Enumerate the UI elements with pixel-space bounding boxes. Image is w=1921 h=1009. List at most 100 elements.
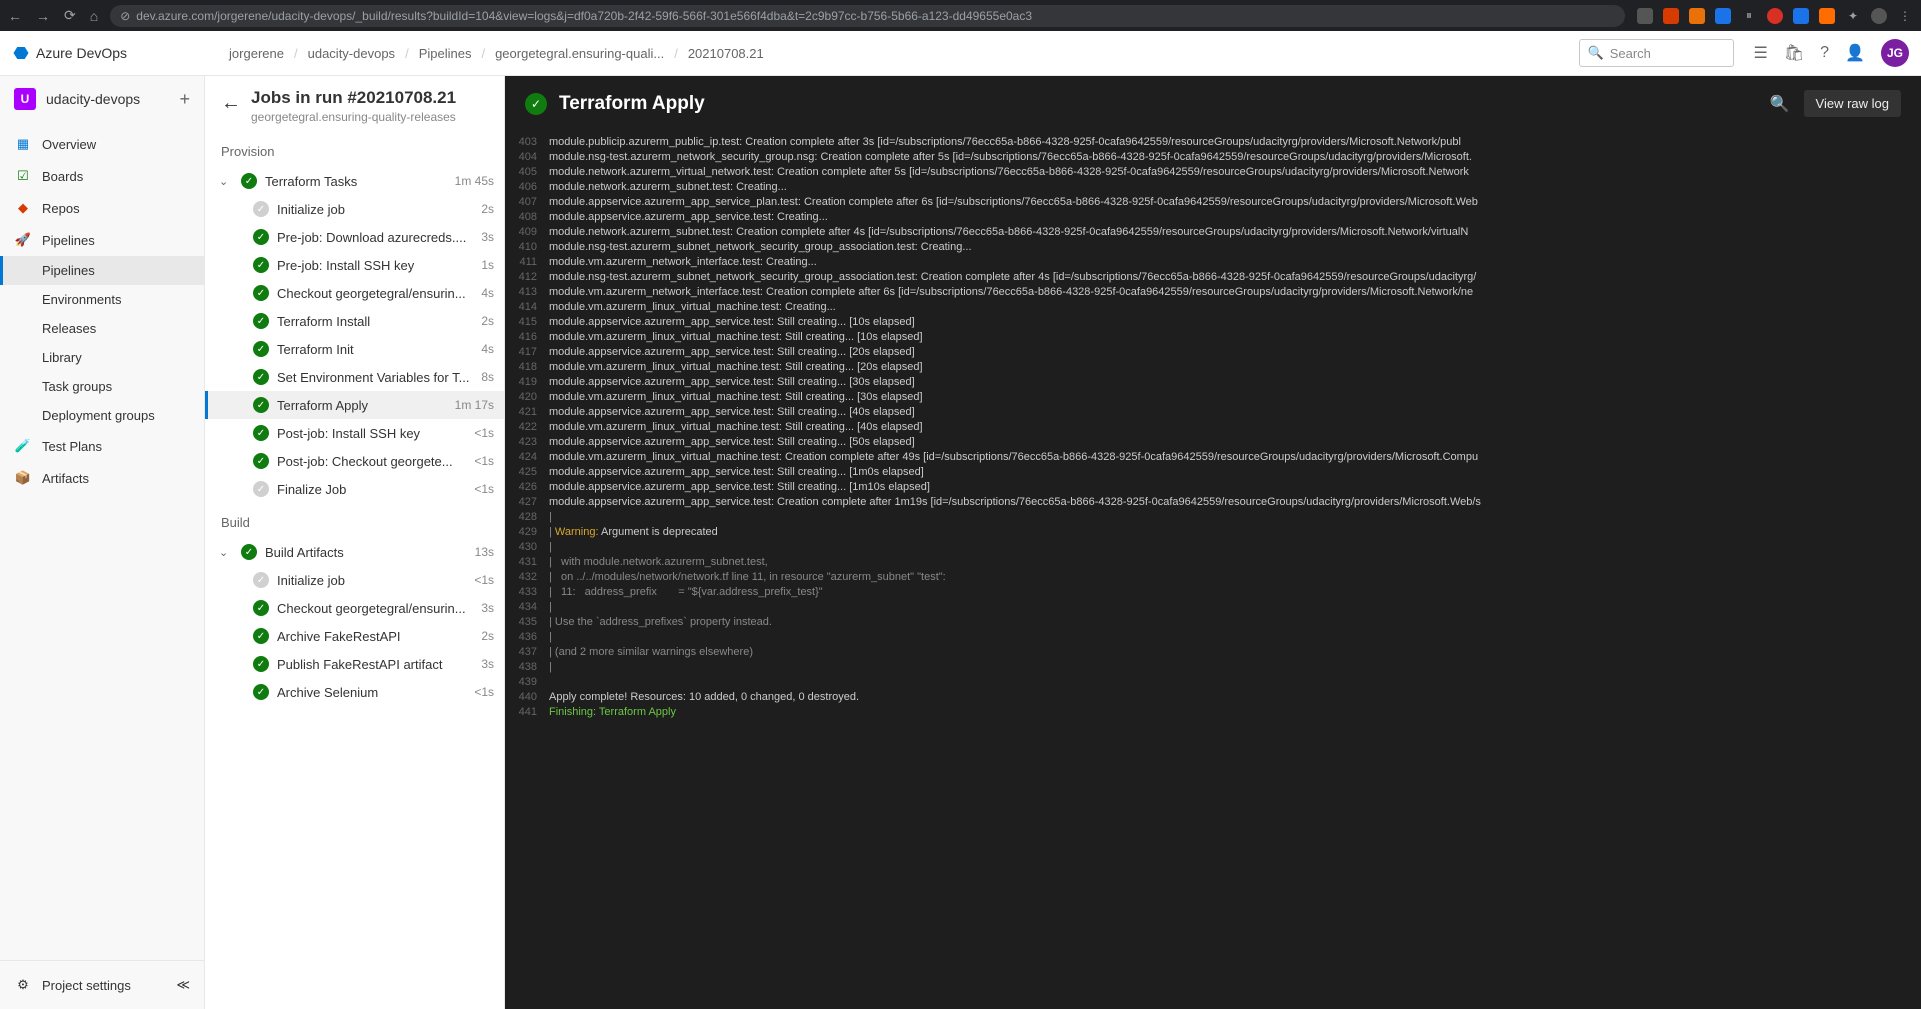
log-line: 416module.vm.azurerm_linux_virtual_machi…: [505, 330, 1921, 345]
breadcrumb-item[interactable]: Pipelines: [419, 46, 472, 61]
status-icon: ✓: [253, 229, 269, 245]
ext-icon[interactable]: ⏸: [1741, 8, 1757, 24]
user-avatar[interactable]: JG: [1881, 39, 1909, 67]
nav-subitem-task-groups[interactable]: Task groups: [0, 372, 204, 401]
step-row[interactable]: ✓Initialize job2s: [205, 195, 504, 223]
step-row[interactable]: ✓Terraform Init4s: [205, 335, 504, 363]
step-row[interactable]: ✓Checkout georgetegral/ensurin...3s: [205, 594, 504, 622]
status-icon: ✓: [241, 173, 257, 189]
job-row[interactable]: ⌄✓Terraform Tasks1m 45s: [205, 167, 504, 195]
breadcrumb-item[interactable]: jorgerene: [229, 46, 284, 61]
step-row[interactable]: ✓Archive FakeRestAPI2s: [205, 622, 504, 650]
step-row[interactable]: ✓Archive Selenium<1s: [205, 678, 504, 706]
step-row[interactable]: ✓Post-job: Checkout georgete...<1s: [205, 447, 504, 475]
breadcrumb-item[interactable]: georgetegral.ensuring-quali...: [495, 46, 664, 61]
nav-subitem-releases[interactable]: Releases: [0, 314, 204, 343]
log-line: 426module.appservice.azurerm_app_service…: [505, 480, 1921, 495]
log-line: 418module.vm.azurerm_linux_virtual_machi…: [505, 360, 1921, 375]
forward-icon[interactable]: →: [36, 8, 50, 24]
log-line: 428|: [505, 510, 1921, 525]
project-settings[interactable]: ⚙Project settings ≪: [0, 969, 204, 1001]
log-line: 440Apply complete! Resources: 10 added, …: [505, 690, 1921, 705]
back-arrow-icon[interactable]: ←: [221, 88, 241, 115]
nav-subitem-library[interactable]: Library: [0, 343, 204, 372]
status-icon: ✓: [253, 313, 269, 329]
extensions-icon[interactable]: ✦: [1845, 8, 1861, 24]
step-row[interactable]: ✓Checkout georgetegral/ensurin...4s: [205, 279, 504, 307]
chevron-down-icon: ⌄: [219, 546, 233, 559]
ext-icon[interactable]: [1715, 8, 1731, 24]
step-row[interactable]: ✓Terraform Install2s: [205, 307, 504, 335]
ext-icon[interactable]: [1637, 8, 1653, 24]
breadcrumb-item[interactable]: udacity-devops: [308, 46, 395, 61]
search-icon: 🔍: [1588, 45, 1604, 61]
run-subtitle: georgetegral.ensuring-quality-releases: [251, 110, 456, 124]
nav-item-pipelines[interactable]: 🚀Pipelines: [0, 224, 204, 256]
nav-subitem-pipelines[interactable]: Pipelines: [0, 256, 204, 285]
bag-icon[interactable]: 🛍: [1784, 43, 1804, 63]
nav-item-artifacts[interactable]: 📦Artifacts: [0, 462, 204, 494]
log-line: 417module.appservice.azurerm_app_service…: [505, 345, 1921, 360]
step-row[interactable]: ✓Terraform Apply1m 17s: [205, 391, 504, 419]
log-line: 413module.vm.azurerm_network_interface.t…: [505, 285, 1921, 300]
nav-item-boards[interactable]: ☑Boards: [0, 160, 204, 192]
log-line: 438|: [505, 660, 1921, 675]
project-header[interactable]: U udacity-devops +: [0, 76, 204, 122]
step-row[interactable]: ✓Initialize job<1s: [205, 566, 504, 594]
ext-icon[interactable]: [1819, 8, 1835, 24]
nav-subitem-deployment-groups[interactable]: Deployment groups: [0, 401, 204, 430]
project-icon: U: [14, 88, 36, 110]
lock-icon: ⊘: [120, 9, 130, 23]
step-row[interactable]: ✓Finalize Job<1s: [205, 475, 504, 503]
reload-icon[interactable]: ⟳: [64, 7, 76, 24]
add-icon[interactable]: +: [179, 89, 190, 110]
nav-item-repos[interactable]: ◆Repos: [0, 192, 204, 224]
status-icon: ✓: [253, 656, 269, 672]
status-icon: ✓: [253, 481, 269, 497]
ext-icon[interactable]: [1689, 8, 1705, 24]
profile-icon[interactable]: [1871, 8, 1887, 24]
home-icon[interactable]: ⌂: [90, 8, 98, 24]
nav-subitem-environments[interactable]: Environments: [0, 285, 204, 314]
menu-icon[interactable]: ⋮: [1897, 8, 1913, 24]
success-icon: ✓: [525, 93, 547, 115]
product-logo[interactable]: Azure DevOps: [12, 44, 127, 62]
url-bar[interactable]: ⊘ dev.azure.com/jorgerene/udacity-devops…: [110, 5, 1625, 27]
nav-item-overview[interactable]: ▦Overview: [0, 128, 204, 160]
log-body[interactable]: 403module.publicip.azurerm_public_ip.tes…: [505, 131, 1921, 1009]
step-row[interactable]: ✓Set Environment Variables for T...8s: [205, 363, 504, 391]
search-input[interactable]: 🔍 Search: [1579, 39, 1734, 67]
log-line: 419module.appservice.azurerm_app_service…: [505, 375, 1921, 390]
log-title: Terraform Apply: [559, 93, 1758, 115]
back-icon[interactable]: ←: [8, 8, 22, 24]
status-icon: ✓: [253, 285, 269, 301]
list-icon[interactable]: ☰: [1754, 43, 1768, 63]
log-line: 404module.nsg-test.azurerm_network_secur…: [505, 150, 1921, 165]
ext-icon[interactable]: [1793, 8, 1809, 24]
log-line: 412module.nsg-test.azurerm_subnet_networ…: [505, 270, 1921, 285]
ext-icon[interactable]: [1767, 8, 1783, 24]
view-raw-button[interactable]: View raw log: [1804, 90, 1901, 117]
breadcrumb-item[interactable]: 20210708.21: [688, 46, 764, 61]
step-row[interactable]: ✓Pre-job: Download azurecreds....3s: [205, 223, 504, 251]
status-icon: ✓: [253, 425, 269, 441]
person-icon[interactable]: 👤: [1845, 43, 1865, 63]
step-row[interactable]: ✓Post-job: Install SSH key<1s: [205, 419, 504, 447]
log-line: 439: [505, 675, 1921, 690]
step-row[interactable]: ✓Publish FakeRestAPI artifact3s: [205, 650, 504, 678]
status-icon: ✓: [253, 600, 269, 616]
log-line: 411module.vm.azurerm_network_interface.t…: [505, 255, 1921, 270]
testplans-icon: 🧪: [14, 437, 32, 455]
log-line: 421module.appservice.azurerm_app_service…: [505, 405, 1921, 420]
step-row[interactable]: ✓Pre-job: Install SSH key1s: [205, 251, 504, 279]
search-icon[interactable]: 🔍: [1770, 94, 1790, 114]
log-line: 410module.nsg-test.azurerm_subnet_networ…: [505, 240, 1921, 255]
status-icon: ✓: [253, 572, 269, 588]
nav-item-test-plans[interactable]: 🧪Test Plans: [0, 430, 204, 462]
ext-icon[interactable]: [1663, 8, 1679, 24]
log-line: 420module.vm.azurerm_linux_virtual_machi…: [505, 390, 1921, 405]
help-icon[interactable]: ?: [1820, 44, 1829, 62]
collapse-icon[interactable]: ≪: [176, 977, 190, 993]
status-icon: ✓: [253, 257, 269, 273]
job-row[interactable]: ⌄✓Build Artifacts13s: [205, 538, 504, 566]
